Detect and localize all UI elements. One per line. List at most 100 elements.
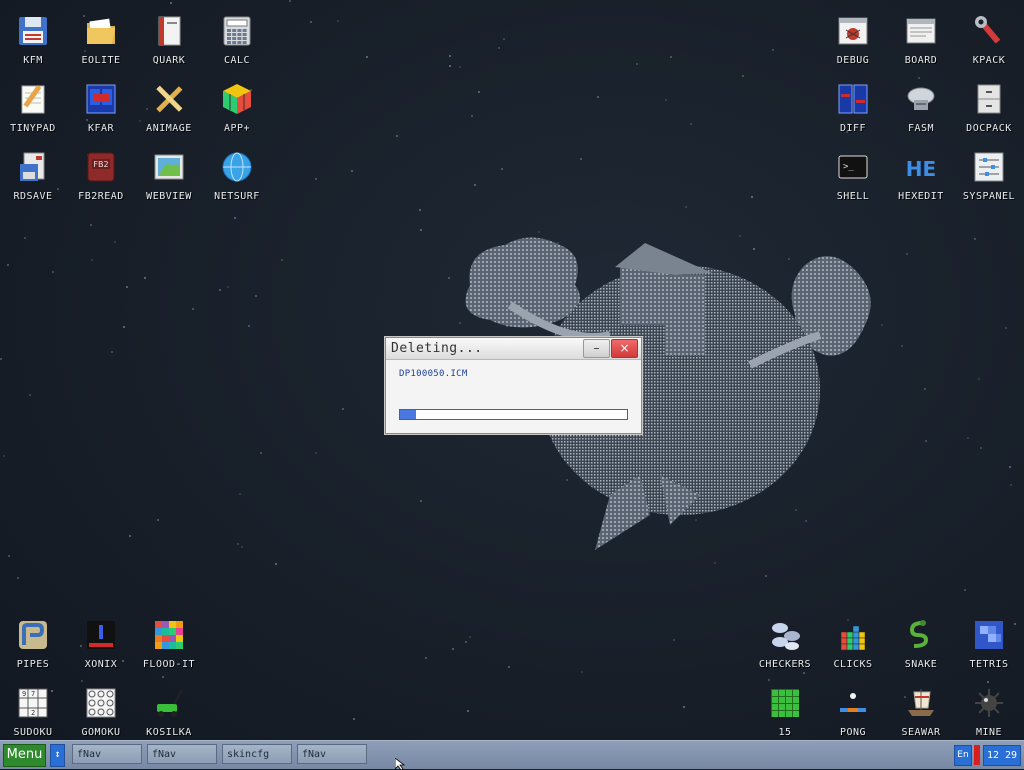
deleting-filename: DP100050.ICM bbox=[399, 369, 468, 379]
cabinet-icon bbox=[972, 82, 1006, 116]
svg-text:9: 9 bbox=[22, 690, 26, 698]
menu-button[interactable]: Menu bbox=[3, 744, 46, 767]
desktop-icon-docpack[interactable]: DOCPACK bbox=[957, 74, 1021, 140]
desktop-icon-label: TETRIS bbox=[969, 659, 1009, 670]
taskbar: Menu ↕ fNav fNav skincfg fNav En 12 29 bbox=[0, 740, 1024, 769]
desktop-icon-rdsave[interactable]: RDSAVE bbox=[1, 142, 65, 208]
desktop-icon-label: QUARK bbox=[152, 55, 186, 66]
window-switch-button[interactable]: ↕ bbox=[50, 744, 65, 767]
desktop-icon-label: GOMOKU bbox=[81, 727, 121, 738]
color-grid-icon bbox=[152, 618, 186, 652]
desktop-icon-diff[interactable]: DIFF bbox=[821, 74, 885, 140]
svg-text:HE: HE bbox=[906, 157, 936, 181]
sliders-icon bbox=[972, 150, 1006, 184]
desktop-icon-label: DEBUG bbox=[836, 55, 870, 66]
folder-icon bbox=[84, 14, 118, 48]
progress-fill bbox=[400, 410, 416, 419]
desktop-icon-kfm[interactable]: KFM bbox=[1, 6, 65, 72]
desktop-icon-label: TINYPAD bbox=[10, 123, 56, 134]
desktop-icon-clicks[interactable]: CLICKS bbox=[821, 610, 885, 676]
desktop-icon-xonix[interactable]: XONIX bbox=[69, 610, 133, 676]
desktop-icon-kosilka[interactable]: KOSILKA bbox=[137, 678, 201, 740]
desktop-icon-pipes[interactable]: PIPES bbox=[1, 610, 65, 676]
desktop-icon-label: CALC bbox=[223, 55, 251, 66]
fifteen-puzzle-icon bbox=[768, 686, 802, 720]
lawnmower-icon bbox=[152, 686, 186, 720]
blocks-icon bbox=[836, 618, 870, 652]
dialog-titlebar[interactable]: Deleting... – × bbox=[386, 338, 641, 360]
desktop-icon-label: DIFF bbox=[839, 123, 867, 134]
desktop-icon-fasm[interactable]: FASM bbox=[889, 74, 953, 140]
svg-text:FB2: FB2 bbox=[93, 160, 108, 169]
mine-icon bbox=[972, 686, 1006, 720]
desktop-icon-label: XONIX bbox=[84, 659, 118, 670]
minimize-button[interactable]: – bbox=[583, 339, 610, 358]
desktop-icon-gomoku[interactable]: GOMOKU bbox=[69, 678, 133, 740]
desktop-icon-checkers[interactable]: CHECKERS bbox=[753, 610, 817, 676]
desktop-icon-label: FASM bbox=[907, 123, 935, 134]
board-window-icon bbox=[904, 14, 938, 48]
taskbar-item-fnav[interactable]: fNav bbox=[297, 744, 367, 764]
desktop-icon-syspanel[interactable]: SYSPANEL bbox=[957, 142, 1021, 208]
assembler-icon bbox=[904, 82, 938, 116]
desktop-icon-seawar[interactable]: SEAWAR bbox=[889, 678, 953, 740]
desktop-icon-board[interactable]: BOARD bbox=[889, 6, 953, 72]
desktop-icon-netsurf[interactable]: NETSURF bbox=[205, 142, 269, 208]
taskbar-item-fnav[interactable]: fNav bbox=[72, 744, 142, 764]
desktop-icon-label: BOARD bbox=[904, 55, 938, 66]
desktop-icon-label: 15 bbox=[778, 727, 792, 738]
desktop-icon-shell[interactable]: >_ SHELL bbox=[821, 142, 885, 208]
desktop-icon-debug[interactable]: DEBUG bbox=[821, 6, 885, 72]
desktop-icon-label: APP+ bbox=[223, 123, 251, 134]
desktop-icon-hexedit[interactable]: HE HEXEDIT bbox=[889, 142, 953, 208]
desktop-icon-animage[interactable]: ANIMAGE bbox=[137, 74, 201, 140]
tetris-icon bbox=[972, 618, 1006, 652]
book-icon bbox=[152, 14, 186, 48]
terminal-icon: >_ bbox=[836, 150, 870, 184]
language-indicator[interactable]: En bbox=[954, 745, 972, 766]
desktop-icon-tinypad[interactable]: TINYPAD bbox=[1, 74, 65, 140]
sudoku-icon: 97 2 bbox=[16, 686, 50, 720]
desktop-icon-15[interactable]: 15 bbox=[753, 678, 817, 740]
close-button[interactable]: × bbox=[611, 339, 638, 358]
clock[interactable]: 12 29 bbox=[983, 745, 1021, 766]
delete-progress-bar bbox=[399, 409, 628, 420]
desktop-icon-snake[interactable]: SNAKE bbox=[889, 610, 953, 676]
desktop-icon-label: DOCPACK bbox=[966, 123, 1012, 134]
desktop-icon-kfar[interactable]: KFAR bbox=[69, 74, 133, 140]
desktop-icon-flood-it[interactable]: FLOOD-IT bbox=[137, 610, 201, 676]
ship-icon bbox=[904, 686, 938, 720]
taskbar-item-fnav[interactable]: fNav bbox=[147, 744, 217, 764]
fb2-book-icon: FB2 bbox=[84, 150, 118, 184]
taskbar-item-skincfg[interactable]: skincfg bbox=[222, 744, 292, 764]
desktop-icon-label: WEBVIEW bbox=[146, 191, 192, 202]
desktop-icon-pong[interactable]: PONG bbox=[821, 678, 885, 740]
desktop-icon-webview[interactable]: WEBVIEW bbox=[137, 142, 201, 208]
desktop-icon-label: NETSURF bbox=[214, 191, 260, 202]
desktop-icon-label: SEAWAR bbox=[901, 727, 941, 738]
desktop-icon-quark[interactable]: QUARK bbox=[137, 6, 201, 72]
desktop-icon-label: KFM bbox=[23, 55, 43, 66]
desktop-icon-mine[interactable]: MINE bbox=[957, 678, 1021, 740]
desktop-icon-calc[interactable]: CALC bbox=[205, 6, 269, 72]
desktop-icon-fb2read[interactable]: FB2 FB2READ bbox=[69, 142, 133, 208]
calculator-icon bbox=[220, 14, 254, 48]
mouse-cursor-icon bbox=[395, 758, 406, 770]
desktop-icon-label: KOSILKA bbox=[146, 727, 192, 738]
globe-icon bbox=[220, 150, 254, 184]
desktop-icon-app[interactable]: APP+ bbox=[205, 74, 269, 140]
desktop-icon-label: SHELL bbox=[836, 191, 870, 202]
pipes-icon bbox=[16, 618, 50, 652]
desktop-icon-eolite[interactable]: EOLITE bbox=[69, 6, 133, 72]
desktop-icon-sudoku[interactable]: 9 7 2 SUDOKU bbox=[1, 678, 65, 740]
desktop-icon-label: RDSAVE bbox=[13, 191, 53, 202]
desktop-icon-tetris[interactable]: TETRIS bbox=[957, 610, 1021, 676]
deleting-dialog: Deleting... – × DP100050.ICM bbox=[385, 337, 642, 434]
disk-save-icon bbox=[16, 150, 50, 184]
desktop-icon-label: CLICKS bbox=[833, 659, 873, 670]
desktop-icon-label: EOLITE bbox=[81, 55, 121, 66]
desktop-icon-label: KFAR bbox=[87, 123, 115, 134]
diff-panels-icon bbox=[836, 82, 870, 116]
notepad-icon bbox=[16, 82, 50, 116]
desktop-icon-kpack[interactable]: KPACK bbox=[957, 6, 1021, 72]
